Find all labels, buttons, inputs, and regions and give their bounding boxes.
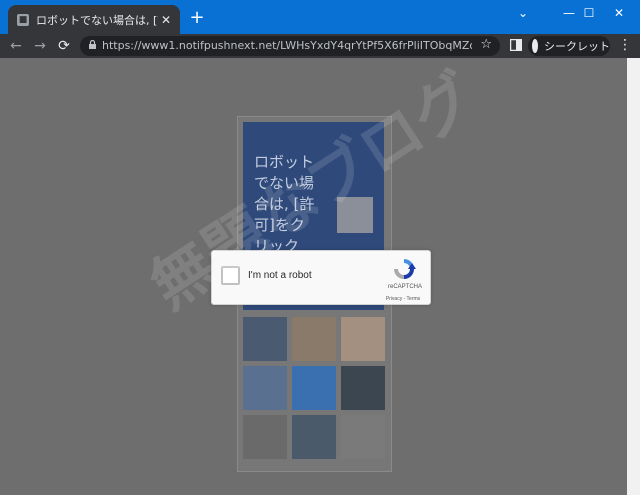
- recaptcha-logo-icon: [394, 259, 416, 279]
- captcha-grid-image[interactable]: [292, 366, 336, 410]
- back-button[interactable]: ←: [7, 37, 25, 55]
- captcha-grid-image[interactable]: [243, 317, 287, 361]
- window-titlebar: ■ ロボットでない場合は, [許可]をクリック ✕ + ⌄ — ☐ ✕: [0, 0, 640, 34]
- captcha-grid-image[interactable]: [341, 366, 385, 410]
- captcha-grid-image[interactable]: [341, 415, 385, 459]
- captcha-grid-image[interactable]: [341, 317, 385, 361]
- url-text[interactable]: https://www1.notifpushnext.net/LWHsYxdY4…: [102, 39, 472, 52]
- captcha-grid-image[interactable]: [243, 366, 287, 410]
- page-scrollbar[interactable]: [627, 58, 640, 495]
- incognito-label: シークレット: [544, 40, 610, 53]
- incognito-icon: [532, 39, 538, 53]
- menu-icon[interactable]: ⋮: [618, 37, 632, 53]
- captcha-grid-image[interactable]: [243, 415, 287, 459]
- privacy-terms-links[interactable]: Privacy - Terms: [375, 296, 431, 302]
- captcha-grid-image[interactable]: [292, 317, 336, 361]
- tab-close-icon[interactable]: ✕: [158, 13, 174, 27]
- browser-toolbar: ← → ⟳ https://www1.notifpushnext.net/LWH…: [0, 34, 640, 58]
- forward-button[interactable]: →: [31, 37, 49, 55]
- new-tab-button[interactable]: +: [188, 9, 206, 27]
- lock-icon: [89, 40, 96, 49]
- browser-tab[interactable]: ■ ロボットでない場合は, [許可]をクリック ✕: [8, 5, 180, 34]
- page-favicon-icon: ■: [17, 13, 29, 26]
- reload-button[interactable]: ⟳: [55, 37, 73, 55]
- incognito-profile-button[interactable]: シークレット: [528, 36, 610, 56]
- close-window-button[interactable]: ✕: [596, 0, 640, 26]
- tab-title: ロボットでない場合は, [許可]をクリック: [36, 13, 158, 27]
- recaptcha-brand: reCAPTCHA: [387, 284, 422, 290]
- captcha-grid-image[interactable]: [292, 415, 336, 459]
